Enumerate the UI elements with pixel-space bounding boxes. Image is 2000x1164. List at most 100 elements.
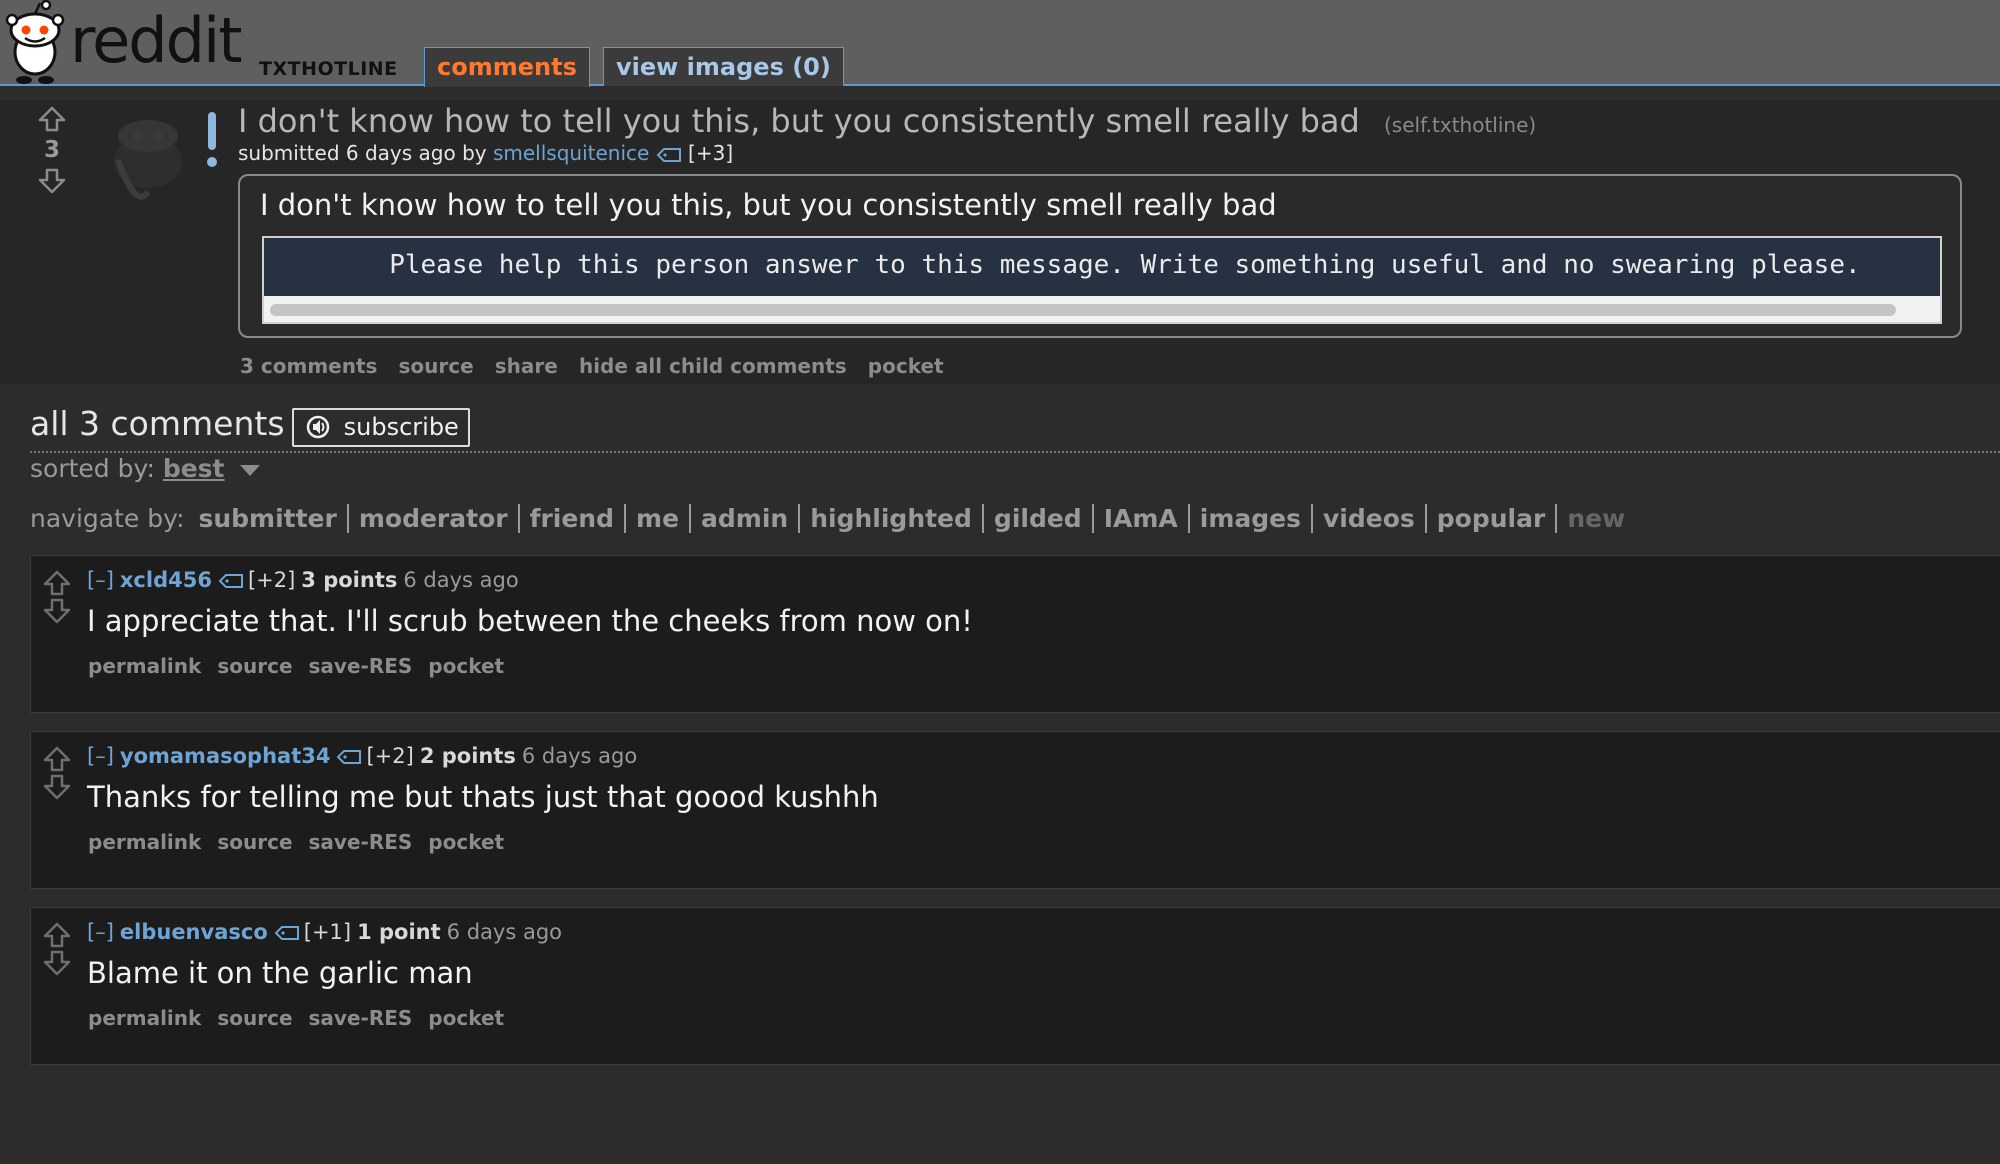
pocket-link[interactable]: pocket xyxy=(428,830,504,854)
source-link[interactable]: source xyxy=(217,1006,292,1030)
post-domain[interactable]: (self.txthotline) xyxy=(1384,113,1536,137)
comment: [–] xcld456 [+2] 3 points 6 days ago I appre… xyxy=(30,555,2000,713)
reddit-wordmark: reddit xyxy=(70,4,243,77)
nav-gilded[interactable]: gilded xyxy=(983,504,1094,533)
save-res-link[interactable]: save-RES xyxy=(309,654,413,678)
permalink-link[interactable]: permalink xyxy=(88,654,201,678)
nav-moderator[interactable]: moderator xyxy=(348,504,520,533)
subscribe-button[interactable]: subscribe xyxy=(292,408,470,447)
nav-friend[interactable]: friend xyxy=(519,504,627,533)
permalink-link[interactable]: permalink xyxy=(88,1006,201,1030)
sort-dropdown[interactable]: best xyxy=(163,454,225,483)
upvote-arrow-icon[interactable] xyxy=(43,746,71,772)
source-link[interactable]: source xyxy=(399,354,474,378)
comment: [–] yomamasophat34 [+2] 2 points 6 days ago … xyxy=(30,731,2000,889)
comment: [–] elbuenvasco [+1] 1 point 6 days ago Blam… xyxy=(30,907,2000,1065)
comment-karma: [+1] xyxy=(303,920,352,944)
downvote-arrow-icon[interactable] xyxy=(43,598,71,624)
save-res-link[interactable]: save-RES xyxy=(309,830,413,854)
post-selftext: I don't know how to tell you this, but y… xyxy=(238,174,1962,338)
collapse-toggle[interactable]: [–] xyxy=(87,744,114,768)
comment-author[interactable]: elbuenvasco xyxy=(120,920,268,944)
downvote-arrow-icon[interactable] xyxy=(43,774,71,800)
tab-comments[interactable]: comments xyxy=(424,47,590,87)
post-title[interactable]: I don't know how to tell you this, but y… xyxy=(238,102,1536,140)
comment-vote-column xyxy=(41,922,73,976)
subscribe-speaker-icon xyxy=(306,415,330,439)
site-header: reddit TXTHOTLINE comments view images (… xyxy=(0,0,2000,87)
comments-count-link[interactable]: 3 comments xyxy=(240,354,377,378)
downvote-arrow-icon[interactable] xyxy=(43,950,71,976)
comment-score: 2 points xyxy=(419,744,516,768)
comment-score: 1 point xyxy=(357,920,441,944)
nav-videos[interactable]: videos xyxy=(1313,504,1427,533)
tab-view-images[interactable]: view images (0) xyxy=(603,47,844,86)
comment-tagline: [–] yomamasophat34 [+2] 2 points 6 days ago xyxy=(87,744,637,768)
comment-body: Thanks for telling me but thats just tha… xyxy=(87,780,879,814)
code-block-text: Please help this person answer to this m… xyxy=(264,250,1861,280)
comment-buttons: permalink source save-RES pocket xyxy=(88,654,520,678)
self-post-thumbnail-icon[interactable] xyxy=(96,100,226,210)
comment-vote-column xyxy=(41,570,73,624)
comment-vote-column xyxy=(41,746,73,800)
pocket-link[interactable]: pocket xyxy=(428,654,504,678)
comment-time: 6 days ago xyxy=(403,568,519,592)
user-tag-icon[interactable] xyxy=(218,573,244,589)
collapse-toggle[interactable]: [–] xyxy=(87,920,114,944)
reddit-logo[interactable]: reddit xyxy=(2,0,243,84)
downvote-arrow-icon[interactable] xyxy=(38,168,66,194)
upvote-arrow-icon[interactable] xyxy=(43,922,71,948)
nav-me[interactable]: me xyxy=(626,504,692,533)
comment-time: 6 days ago xyxy=(521,744,638,768)
subscribe-label: subscribe xyxy=(343,413,459,441)
scrollbar-thumb[interactable] xyxy=(270,304,1896,316)
nav-submitter[interactable]: submitter xyxy=(192,504,349,533)
permalink-link[interactable]: permalink xyxy=(88,830,201,854)
dropdown-caret-icon[interactable] xyxy=(240,464,261,476)
navigate-by-bar: navigate by: submitter moderator friend me a… xyxy=(30,504,1635,533)
nav-highlighted[interactable]: highlighted xyxy=(800,504,984,533)
upvote-arrow-icon[interactable] xyxy=(38,106,66,132)
subreddit-name[interactable]: TXTHOTLINE xyxy=(259,58,398,80)
post-author-link[interactable]: smellsquitenice xyxy=(493,141,649,165)
comment-score: 3 points xyxy=(301,568,398,592)
user-tag-icon[interactable] xyxy=(274,925,300,941)
comment-karma: [+2] xyxy=(247,568,296,592)
nav-popular[interactable]: popular xyxy=(1426,504,1558,533)
navigate-by-label: navigate by: xyxy=(30,504,185,533)
post-vote-column: 3 xyxy=(36,106,68,194)
comment-tagline: [–] xcld456 [+2] 3 points 6 days ago xyxy=(87,568,519,592)
code-horizontal-scrollbar[interactable] xyxy=(264,296,1940,322)
comment-tagline: [–] elbuenvasco [+1] 1 point 6 days ago xyxy=(87,920,562,944)
upvote-arrow-icon[interactable] xyxy=(43,570,71,596)
pocket-link[interactable]: pocket xyxy=(428,1006,504,1030)
post-container: 3 I don't know how to tell you this, but… xyxy=(0,100,2000,384)
selftext-paragraph: I don't know how to tell you this, but y… xyxy=(260,188,1277,222)
collapse-toggle[interactable]: [–] xyxy=(87,568,114,592)
comment-body: Blame it on the garlic man xyxy=(87,956,473,990)
nav-new[interactable]: new xyxy=(1557,504,1635,533)
sort-menu: sorted by: best xyxy=(30,454,261,483)
source-link[interactable]: source xyxy=(217,654,292,678)
comment-time: 6 days ago xyxy=(446,920,562,944)
comment-author[interactable]: xcld456 xyxy=(120,568,212,592)
post-score: 3 xyxy=(43,137,60,163)
source-link[interactable]: source xyxy=(217,830,292,854)
save-res-link[interactable]: save-RES xyxy=(309,1006,413,1030)
user-tag-icon[interactable] xyxy=(336,749,362,765)
post-title-text[interactable]: I don't know how to tell you this, but y… xyxy=(238,102,1360,140)
user-tag-icon[interactable] xyxy=(656,147,682,163)
comment-buttons: permalink source save-RES pocket xyxy=(88,1006,520,1030)
post-tagline: submitted 6 days ago by smellsquitenice … xyxy=(238,141,733,165)
comment-buttons: permalink source save-RES pocket xyxy=(88,830,520,854)
pocket-link[interactable]: pocket xyxy=(868,354,944,378)
sorted-by-label: sorted by: xyxy=(30,454,155,483)
comment-body: I appreciate that. I'll scrub between th… xyxy=(87,604,973,638)
hide-child-comments-link[interactable]: hide all child comments xyxy=(579,354,847,378)
share-link[interactable]: share xyxy=(495,354,558,378)
nav-images[interactable]: images xyxy=(1189,504,1313,533)
nav-admin[interactable]: admin xyxy=(691,504,801,533)
nav-iama[interactable]: IAmA xyxy=(1093,504,1190,533)
submitted-text: submitted 6 days ago by xyxy=(238,141,487,165)
comment-author[interactable]: yomamasophat34 xyxy=(120,744,331,768)
